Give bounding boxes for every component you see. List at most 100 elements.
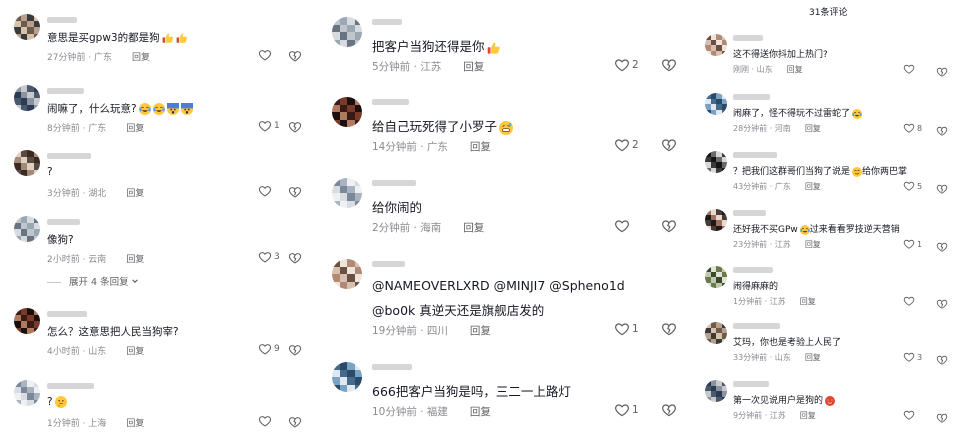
username-redacted[interactable] [372, 180, 416, 186]
dislike-button[interactable] [661, 57, 677, 77]
username-redacted[interactable] [733, 210, 766, 216]
dislike-button[interactable] [661, 321, 677, 341]
comment-text: @NAMEOVERLXRD @MINJI7 @Spheno1d [372, 278, 625, 293]
reply-button[interactable]: 回复 [463, 61, 484, 73]
dislike-button[interactable] [288, 414, 302, 432]
like-count: 3 [917, 352, 923, 362]
like-button[interactable] [614, 218, 632, 234]
username-redacted[interactable] [47, 153, 91, 159]
avatar[interactable] [332, 17, 362, 47]
username-redacted[interactable] [733, 267, 773, 273]
avatar[interactable] [705, 266, 727, 288]
username-redacted[interactable] [47, 219, 80, 225]
dislike-button[interactable] [936, 238, 948, 257]
username-redacted[interactable] [372, 261, 405, 267]
heart-icon [258, 184, 272, 198]
username-redacted[interactable] [372, 99, 409, 105]
reply-button[interactable]: 回复 [470, 325, 491, 337]
reply-button[interactable]: 回复 [805, 182, 821, 191]
expand-replies-button[interactable]: 展开 4 条回复 [47, 274, 139, 288]
reply-button[interactable]: 回复 [800, 297, 816, 306]
like-button[interactable] [903, 63, 917, 75]
comment-panel-left: 意思是买gpw3的都是狗 27分钟前 · 广东 回复 闹嘛了，什么玩意? 8分钟前 · … [0, 0, 318, 432]
reply-button[interactable]: 回复 [805, 353, 821, 362]
like-button[interactable]: 1 [614, 402, 639, 418]
username-redacted[interactable] [733, 152, 777, 158]
like-button[interactable]: 8 [903, 122, 922, 134]
avatar[interactable] [14, 14, 40, 40]
username-redacted[interactable] [47, 383, 94, 389]
username-redacted[interactable] [733, 381, 769, 387]
dislike-button[interactable] [936, 122, 948, 141]
broken-heart-icon [661, 322, 677, 341]
reply-button[interactable]: 回复 [126, 347, 144, 357]
dislike-button[interactable] [936, 63, 948, 82]
avatar[interactable] [332, 259, 362, 289]
username-redacted[interactable] [733, 94, 770, 100]
like-button[interactable] [258, 414, 274, 428]
avatar[interactable] [705, 34, 727, 56]
reply-button[interactable]: 回复 [126, 255, 144, 265]
dislike-button[interactable] [661, 218, 677, 238]
reply-button[interactable]: 回复 [126, 189, 144, 199]
like-button[interactable] [258, 48, 274, 62]
comment-item: ? 3分钟前 · 湖北 回复 [0, 150, 318, 210]
avatar[interactable] [332, 362, 362, 392]
like-button[interactable]: 2 [614, 137, 639, 153]
avatar[interactable] [332, 178, 362, 208]
dislike-button[interactable] [288, 250, 302, 269]
avatar[interactable] [14, 308, 40, 334]
dislike-button[interactable] [936, 351, 948, 370]
grin-sweat-emoji [499, 120, 514, 135]
username-redacted[interactable] [733, 323, 780, 329]
username-redacted[interactable] [47, 17, 77, 23]
avatar[interactable] [705, 93, 727, 115]
like-button[interactable]: 1 [258, 119, 280, 133]
dislike-button[interactable] [288, 48, 302, 67]
like-button[interactable]: 3 [903, 351, 922, 363]
reply-button[interactable]: 回复 [800, 411, 816, 420]
avatar[interactable] [14, 216, 40, 242]
username-redacted[interactable] [47, 88, 84, 94]
reply-button[interactable]: 回复 [470, 406, 491, 418]
username-redacted[interactable] [47, 311, 87, 317]
reply-button[interactable]: 回复 [126, 124, 144, 134]
avatar[interactable] [705, 380, 727, 402]
like-button[interactable]: 1 [903, 238, 922, 250]
username-redacted[interactable] [372, 364, 412, 370]
avatar[interactable] [14, 85, 40, 111]
like-button[interactable]: 3 [258, 250, 280, 264]
avatar[interactable] [332, 97, 362, 127]
reply-button[interactable]: 回复 [805, 124, 821, 133]
username-redacted[interactable] [733, 35, 763, 41]
dislike-button[interactable] [288, 342, 302, 361]
like-button[interactable]: 1 [614, 321, 639, 337]
avatar[interactable] [14, 150, 40, 176]
reply-button[interactable]: 回复 [470, 141, 491, 153]
like-button[interactable]: 9 [258, 342, 280, 356]
reply-button[interactable]: 回复 [132, 53, 150, 63]
like-button[interactable]: 5 [903, 180, 922, 192]
username-redacted[interactable] [372, 19, 402, 25]
like-button[interactable]: 2 [614, 57, 639, 73]
heart-icon [258, 342, 272, 356]
dislike-button[interactable] [936, 180, 948, 199]
avatar[interactable] [705, 151, 727, 173]
dislike-button[interactable] [936, 409, 948, 428]
avatar[interactable] [705, 322, 727, 344]
dislike-button[interactable] [661, 137, 677, 157]
like-button[interactable] [258, 184, 274, 198]
like-button[interactable] [903, 295, 917, 307]
reply-button[interactable]: 回复 [463, 222, 484, 234]
like-button[interactable] [903, 409, 917, 421]
dislike-button[interactable] [288, 119, 302, 138]
avatar[interactable] [705, 209, 727, 231]
dislike-button[interactable] [936, 295, 948, 314]
dislike-button[interactable] [661, 402, 677, 422]
reply-button[interactable]: 回复 [787, 65, 803, 74]
reply-button[interactable]: 回复 [805, 240, 821, 249]
reply-button[interactable]: 回复 [126, 419, 144, 429]
avatar[interactable] [14, 380, 40, 406]
dislike-button[interactable] [288, 184, 302, 203]
comment-time-location: 19分钟前 · 四川 [372, 325, 448, 337]
